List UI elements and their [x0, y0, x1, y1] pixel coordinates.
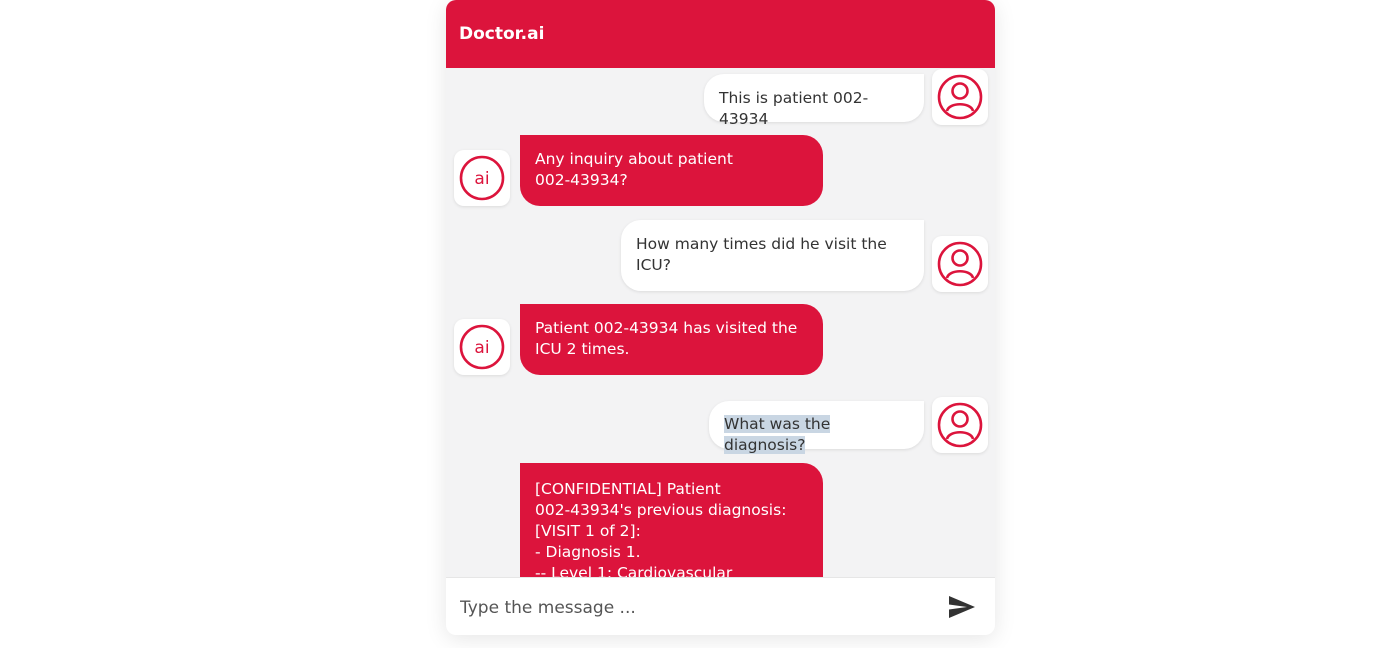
message-input[interactable]: [458, 590, 932, 626]
send-button[interactable]: [946, 592, 978, 622]
message-text: Any inquiry about patient 002-43934?: [535, 150, 733, 189]
user-avatar: [932, 236, 988, 292]
chat-window: Doctor.ai This is patient 002-43934 ai A…: [446, 0, 995, 635]
message-composer: [446, 577, 995, 635]
message-text: Patient 002-43934 has visited the ICU 2 …: [535, 319, 798, 358]
message-text: This is patient 002-43934: [719, 89, 869, 128]
bot-message: Patient 002-43934 has visited the ICU 2 …: [520, 304, 823, 375]
user-icon: [937, 402, 983, 448]
user-icon: [937, 74, 983, 120]
ai-logo: ai: [459, 155, 505, 201]
message-text: What was the diagnosis?: [724, 415, 831, 454]
ai-logo: ai: [459, 324, 505, 370]
user-message: How many times did he visit the ICU?: [621, 220, 924, 291]
bot-avatar: ai: [454, 319, 510, 375]
user-message: What was the diagnosis?: [709, 401, 924, 454]
user-avatar: [932, 397, 988, 453]
user-icon: [937, 241, 983, 287]
user-avatar: [932, 69, 988, 125]
message-text: [CONFIDENTIAL] Patient 002-43934's previ…: [535, 480, 787, 577]
message-list[interactable]: This is patient 002-43934 ai Any inquiry…: [446, 68, 995, 577]
ai-logo-label: ai: [474, 338, 489, 358]
ai-logo-label: ai: [474, 169, 489, 189]
send-icon: [949, 596, 975, 618]
user-message: This is patient 002-43934: [704, 74, 924, 128]
chat-header: Doctor.ai: [446, 0, 995, 68]
chat-title: Doctor.ai: [459, 24, 545, 44]
bot-message: Any inquiry about patient 002-43934?: [520, 135, 823, 206]
bot-avatar: ai: [454, 150, 510, 206]
bot-message: [CONFIDENTIAL] Patient 002-43934's previ…: [520, 463, 823, 577]
message-text: How many times did he visit the ICU?: [636, 235, 887, 274]
